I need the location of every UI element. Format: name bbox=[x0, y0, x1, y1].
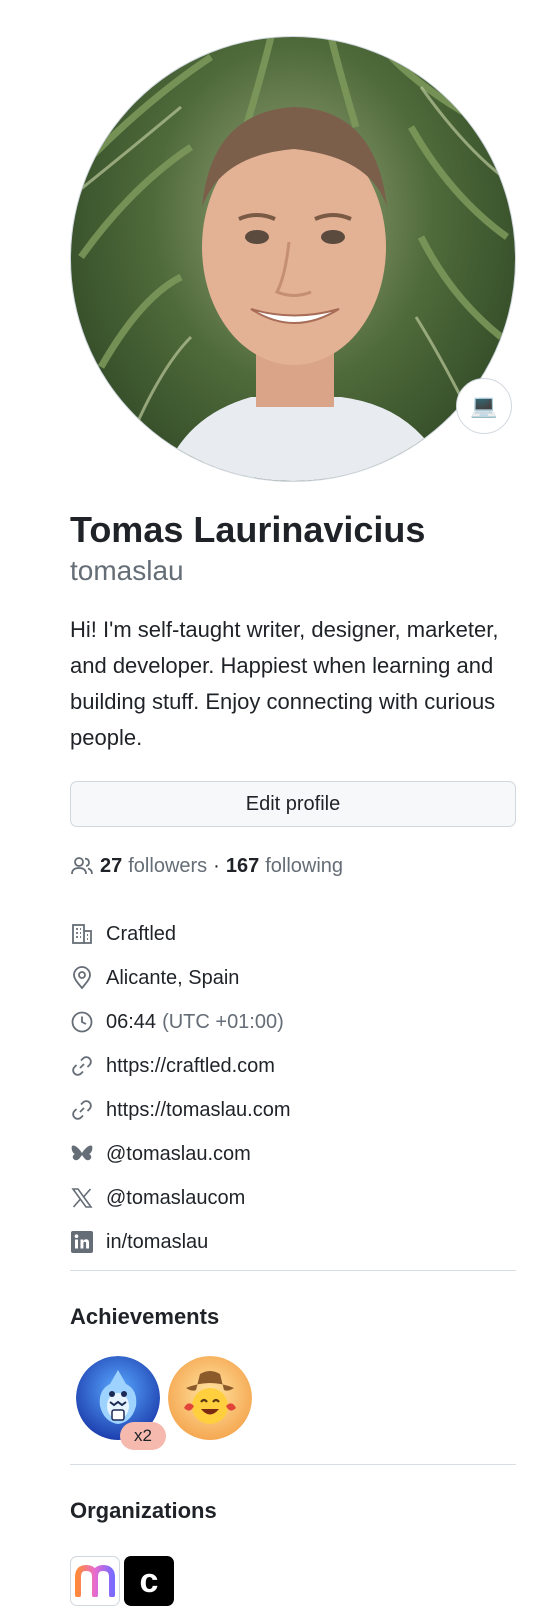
c-org-icon[interactable]: c bbox=[124, 1556, 174, 1606]
avatar[interactable] bbox=[70, 36, 516, 482]
people-icon bbox=[70, 854, 94, 878]
detail-location: Alicante, Spain bbox=[70, 956, 516, 1000]
cowboy-achievement-icon[interactable] bbox=[168, 1356, 252, 1440]
timezone-text: (UTC +01:00) bbox=[162, 1010, 284, 1033]
location-text: Alicante, Spain bbox=[106, 966, 240, 989]
x-logo-icon bbox=[70, 1186, 94, 1210]
website-link-2[interactable]: https://tomaslau.com bbox=[106, 1099, 291, 1122]
following-link[interactable]: 167 following bbox=[226, 855, 343, 878]
laptop-icon: 💻 bbox=[470, 393, 498, 418]
following-count: 167 bbox=[225, 854, 260, 877]
detail-website-1[interactable]: https://craftled.com bbox=[70, 1044, 516, 1088]
detail-linkedin[interactable]: in/tomaslau bbox=[70, 1220, 516, 1264]
status-badge[interactable]: 💻 bbox=[456, 378, 512, 434]
bluesky-butterfly-icon bbox=[70, 1142, 94, 1166]
section-divider bbox=[70, 1270, 516, 1271]
organizations-title: Organizations bbox=[70, 1498, 217, 1523]
m-org-icon[interactable] bbox=[70, 1556, 120, 1606]
achievements-title: Achievements bbox=[70, 1304, 220, 1329]
building-icon bbox=[70, 922, 94, 946]
link-icon bbox=[70, 1098, 94, 1122]
edit-profile-button[interactable]: Edit profile bbox=[70, 781, 516, 827]
profile-bio: Hi! I'm self-taught writer, designer, ma… bbox=[70, 617, 499, 750]
website-link-1[interactable]: https://craftled.com bbox=[106, 1055, 275, 1078]
location-pin-icon bbox=[70, 966, 94, 990]
link-icon bbox=[70, 1054, 94, 1078]
avatar-container: 💻 bbox=[70, 36, 516, 482]
detail-website-2[interactable]: https://tomaslau.com bbox=[70, 1088, 516, 1132]
following-label: following bbox=[265, 854, 344, 877]
c-org-glyph: c bbox=[139, 1561, 159, 1600]
follow-stats: 27 followers · 167 following bbox=[70, 852, 343, 880]
detail-bluesky[interactable]: @tomaslau.com bbox=[70, 1132, 516, 1176]
detail-company: Craftled bbox=[70, 912, 516, 956]
followers-count: 27 bbox=[100, 854, 123, 877]
linkedin-icon bbox=[70, 1230, 94, 1254]
avatar-image bbox=[71, 37, 515, 481]
profile-username: tomaslau bbox=[70, 555, 184, 586]
detail-local-time: 06:44 (UTC +01:00) bbox=[70, 1000, 516, 1044]
profile-details: Craftled Alicante, Spain 06:44 (UTC +01:… bbox=[70, 912, 516, 1264]
profile-name: Tomas Laurinavicius bbox=[70, 509, 426, 550]
detail-x[interactable]: @tomaslaucom bbox=[70, 1176, 516, 1220]
linkedin-handle[interactable]: in/tomaslau bbox=[106, 1231, 208, 1254]
achievement-count-badge: x2 bbox=[120, 1422, 166, 1450]
local-time-text: 06:44 bbox=[106, 1010, 157, 1033]
bluesky-handle[interactable]: @tomaslau.com bbox=[106, 1143, 251, 1166]
company-text: Craftled bbox=[106, 922, 177, 945]
followers-label: followers bbox=[128, 854, 208, 877]
clock-icon bbox=[70, 1010, 94, 1034]
section-divider bbox=[70, 1464, 516, 1465]
x-handle[interactable]: @tomaslaucom bbox=[106, 1187, 245, 1210]
followers-link[interactable]: 27 followers bbox=[100, 855, 207, 878]
follow-separator: · bbox=[213, 854, 220, 877]
